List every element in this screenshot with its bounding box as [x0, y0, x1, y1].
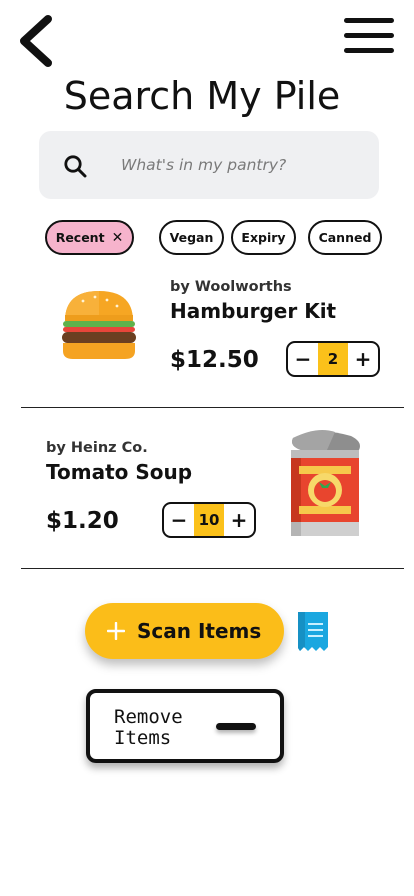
- product-name: Hamburger Kit: [170, 299, 337, 323]
- scan-items-label: Scan Items: [137, 619, 262, 643]
- quantity-value: 2: [318, 343, 348, 375]
- page-title: Search My Pile: [63, 74, 341, 118]
- search-icon: [64, 155, 87, 178]
- hamburger-menu-icon: [344, 18, 394, 53]
- search-bar[interactable]: [39, 131, 379, 199]
- search-input[interactable]: [121, 145, 361, 185]
- decrement-button[interactable]: −: [164, 504, 194, 536]
- receipt-icon[interactable]: [297, 611, 329, 653]
- divider: [21, 568, 404, 569]
- increment-button[interactable]: +: [224, 504, 254, 536]
- back-button[interactable]: [14, 14, 58, 68]
- filter-chip-recent[interactable]: Recent ✕: [45, 220, 134, 255]
- remove-items-label: Remove Items: [114, 706, 183, 749]
- product-card-tomato-soup[interactable]: by Heinz Co. Tomato Soup: [46, 440, 266, 484]
- product-card-hamburger-kit[interactable]: by Woolworths Hamburger Kit: [170, 279, 400, 323]
- quantity-stepper[interactable]: − 2 +: [286, 341, 380, 377]
- filter-chip-expiry[interactable]: Expiry: [231, 220, 296, 255]
- filter-chip-label: Vegan: [169, 230, 214, 245]
- hamburger-icon: [62, 291, 136, 359]
- remove-items-button[interactable]: Remove Items: [86, 689, 284, 763]
- tomato-soup-can-icon: [291, 430, 360, 536]
- product-price: $1.20: [46, 508, 119, 534]
- minus-icon: [216, 723, 256, 730]
- scan-items-button[interactable]: Scan Items: [85, 603, 284, 659]
- product-price: $12.50: [170, 347, 259, 373]
- product-brand: by Woolworths: [170, 279, 292, 295]
- product-brand: by Heinz Co.: [46, 440, 148, 456]
- filter-chip-canned[interactable]: Canned: [308, 220, 382, 255]
- filter-chip-label: Canned: [318, 230, 372, 245]
- decrement-button[interactable]: −: [288, 343, 318, 375]
- chevron-left-icon: [20, 15, 52, 67]
- filter-chip-label: Expiry: [241, 230, 286, 245]
- close-icon[interactable]: ✕: [112, 231, 124, 245]
- quantity-stepper[interactable]: − 10 +: [162, 502, 256, 538]
- menu-button[interactable]: [342, 16, 396, 56]
- quantity-value: 10: [194, 504, 224, 536]
- filter-chip-label: Recent: [55, 230, 105, 245]
- product-name: Tomato Soup: [46, 460, 193, 484]
- divider: [21, 407, 404, 408]
- plus-icon: [107, 622, 125, 640]
- filter-chip-vegan[interactable]: Vegan: [159, 220, 224, 255]
- increment-button[interactable]: +: [348, 343, 378, 375]
